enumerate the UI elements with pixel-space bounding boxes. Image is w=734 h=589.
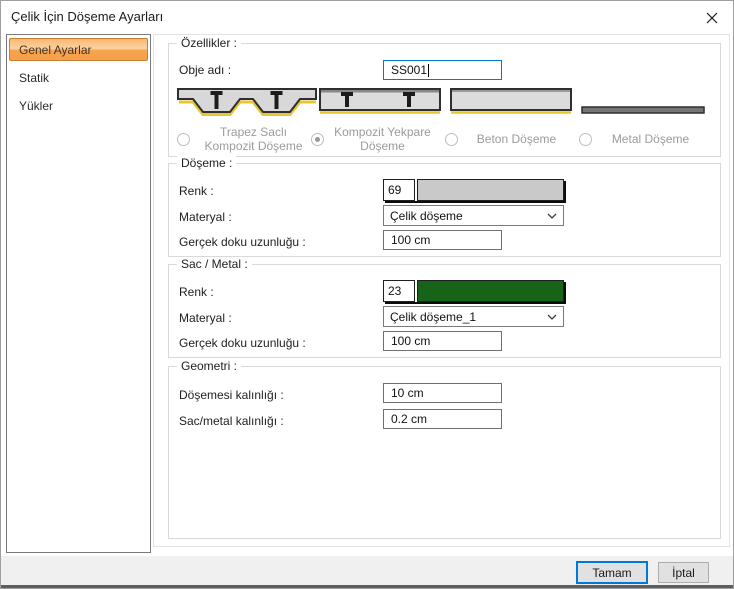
ok-button[interactable]: Tamam [576, 561, 648, 584]
group-legend: Sac / Metal : [177, 257, 252, 271]
footer-bar: Tamam İptal [1, 556, 733, 585]
materyal-label: Materyal : [179, 311, 232, 325]
text-caret [428, 63, 430, 77]
sidebar: Genel Ayarlar Statik Yükler [6, 34, 151, 553]
sac-kalinlik-value: 0.2 cm [391, 412, 428, 426]
sidebar-item-label: Yükler [19, 98, 54, 113]
materyal-label: Materyal : [179, 210, 232, 224]
doku-value: 100 cm [391, 334, 431, 348]
close-icon [706, 12, 718, 24]
group-ozellikler: Özellikler : Obje adı : SS001 Trapez Sac… [168, 36, 721, 157]
group-legend: Özellikler : [177, 36, 242, 50]
doku-label: Gerçek doku uzunluğu : [179, 235, 306, 249]
radio-button[interactable] [579, 132, 592, 146]
selected-option: Çelik döşeme [390, 208, 463, 223]
obje-adi-label: Obje adı : [179, 63, 232, 77]
dialog-window: Çelik İçin Döşeme Ayarları Genel Ayarlar… [0, 0, 734, 589]
color-swatch [417, 280, 564, 302]
doseme-materyal-select[interactable]: Çelik döşeme [383, 205, 564, 226]
sac-kalinlik-input[interactable]: 0.2 cm [383, 409, 502, 429]
renk-label: Renk : [179, 285, 214, 299]
color-number: 69 [383, 179, 415, 201]
option-label: Trapez Saclı Kompozit Döşeme [204, 125, 303, 153]
selected-option: Çelik döşeme_1 [390, 309, 477, 324]
doseme-doku-input[interactable]: 100 cm [383, 230, 502, 250]
kalinlik-value: 10 cm [391, 386, 424, 400]
sidebar-item-yukler[interactable]: Yükler [9, 94, 148, 117]
chevron-down-icon [547, 213, 557, 219]
group-geometri: Geometri : Döşemesi kalınlığı : 10 cm Sa… [168, 359, 721, 539]
chevron-down-icon [547, 314, 557, 320]
title-bar: Çelik İçin Döşeme Ayarları [1, 1, 733, 34]
group-sac-metal: Sac / Metal : Renk : 23 Materyal : Çelik… [168, 257, 721, 358]
color-number: 23 [383, 280, 415, 302]
color-swatch [417, 179, 564, 201]
obje-adi-input[interactable]: SS001 [383, 60, 502, 80]
option-label: Kompozit Yekpare Döşeme [334, 125, 431, 153]
doseme-color-picker[interactable]: 69 [383, 179, 564, 201]
sidebar-item-label: Statik [19, 70, 50, 85]
option-label: Beton Döşeme [476, 132, 557, 146]
doseme-kalinlik-input[interactable]: 10 cm [383, 383, 502, 403]
option-label: Metal Döşeme [611, 132, 690, 146]
window-bottom-edge [1, 585, 733, 588]
option-beton-doseme[interactable]: Beton Döşeme [445, 122, 575, 156]
doku-label: Gerçek doku uzunluğu : [179, 336, 306, 350]
radio-button[interactable] [445, 132, 458, 146]
group-doseme: Döşeme : Renk : 69 Materyal : Çelik döşe… [168, 156, 721, 257]
radio-button[interactable] [311, 132, 324, 146]
option-metal-doseme[interactable]: Metal Döşeme [579, 122, 709, 156]
sidebar-item-genel-ayarlar[interactable]: Genel Ayarlar [9, 38, 148, 61]
metal-deck-image [581, 106, 705, 114]
sac-kalinlik-label: Sac/metal kalınlığı : [179, 414, 284, 428]
group-legend: Geometri : [177, 359, 242, 373]
doku-value: 100 cm [391, 233, 431, 247]
renk-label: Renk : [179, 184, 214, 198]
main-panel: Özellikler : Obje adı : SS001 Trapez Sac… [153, 34, 730, 547]
doseme-kalinlik-label: Döşemesi kalınlığı : [179, 388, 284, 402]
cancel-button[interactable]: İptal [658, 562, 709, 583]
sac-metal-color-picker[interactable]: 23 [383, 280, 564, 302]
sac-metal-materyal-select[interactable]: Çelik döşeme_1 [383, 306, 564, 327]
option-kompozit-yekpare-doseme[interactable]: Kompozit Yekpare Döşeme [311, 122, 441, 156]
obje-adi-value: SS001 [391, 63, 428, 77]
option-trapez-sacli-kompozit-doseme[interactable]: Trapez Saclı Kompozit Döşeme [177, 122, 317, 156]
radio-button[interactable] [177, 132, 190, 146]
group-legend: Döşeme : [177, 156, 237, 170]
beton-deck-image [450, 88, 572, 114]
kompozit-deck-image [319, 88, 441, 114]
dialog-title: Çelik İçin Döşeme Ayarları [11, 9, 164, 24]
sidebar-item-label: Genel Ayarlar [19, 42, 92, 57]
trapez-deck-image [177, 88, 317, 116]
close-button[interactable] [700, 8, 724, 28]
sac-metal-doku-input[interactable]: 100 cm [383, 331, 502, 351]
sidebar-item-statik[interactable]: Statik [9, 66, 148, 89]
